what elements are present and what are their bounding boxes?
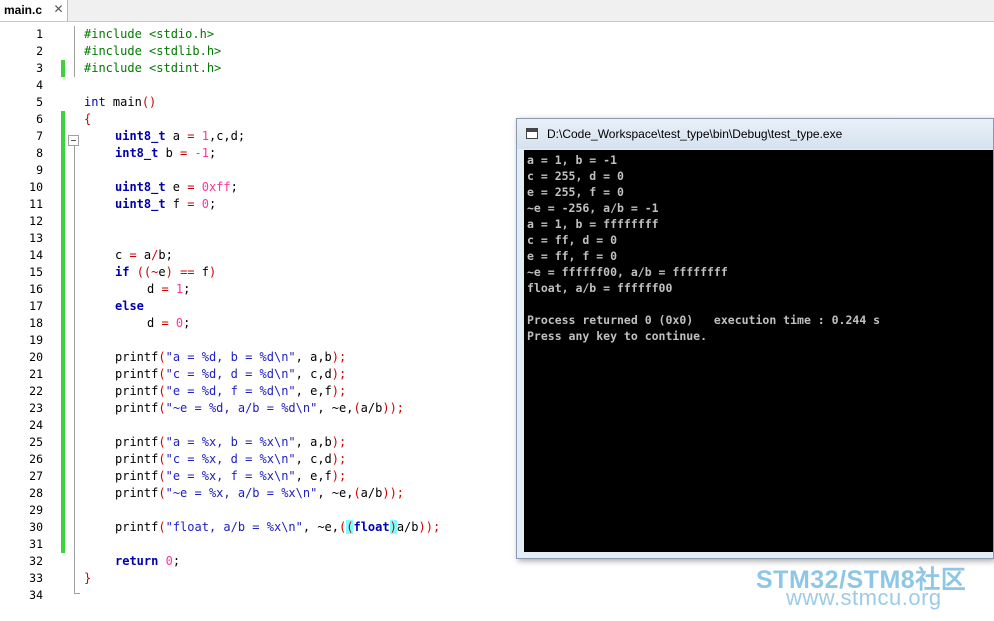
code-line-15: if ((~e) == f) <box>115 265 217 279</box>
code-line-16: d = 1; <box>147 282 191 296</box>
close-icon[interactable]: ✕ <box>52 3 65 16</box>
fold-guide <box>74 146 75 594</box>
console-line: e = ff, f = 0 <box>527 249 618 263</box>
line-number: 16 <box>29 282 43 296</box>
line-number: 24 <box>29 418 43 432</box>
line-number: 30 <box>29 520 43 534</box>
console-line: float, a/b = ffffff00 <box>527 281 673 295</box>
line-number: 10 <box>29 180 43 194</box>
line-number: 6 <box>36 112 43 126</box>
brace-match-highlight: ) <box>389 520 397 534</box>
code-line-25: printf("a = %x, b = %x\n", a,b); <box>115 435 347 449</box>
line-number: 29 <box>29 503 43 517</box>
line-number: 31 <box>29 537 43 551</box>
code-line-8: int8_t b = -1; <box>115 146 217 160</box>
line-number: 11 <box>29 197 43 211</box>
code-line-20: printf("a = %d, b = %d\n", a,b); <box>115 350 347 364</box>
code-line-23: printf("~e = %d, a/b = %d\n", ~e,(a/b)); <box>115 401 405 415</box>
code-line-10: uint8_t e = 0xff; <box>115 180 238 194</box>
code-line-30: printf("float, a/b = %x\n", ~e,((float)a… <box>115 520 441 534</box>
line-number-gutter: 1 2 3 4 5 6 7 8 9 10 11 12 13 14 15 16 1… <box>0 22 62 621</box>
code-line-33: } <box>84 571 92 585</box>
code-line-7: uint8_t a = 1,c,d; <box>115 129 246 143</box>
console-line: e = 255, f = 0 <box>527 185 624 199</box>
line-number: 26 <box>29 452 43 466</box>
console-line: c = 255, d = 0 <box>527 169 624 183</box>
line-number: 12 <box>29 214 43 228</box>
code-line-32: return 0; <box>115 554 181 568</box>
change-marker <box>61 60 65 77</box>
code-line-22: printf("e = %d, f = %d\n", e,f); <box>115 384 347 398</box>
tab-main-c[interactable]: main.c ✕ <box>0 0 68 21</box>
console-title: D:\Code_Workspace\test_type\bin\Debug\te… <box>547 127 843 141</box>
tab-label: main.c <box>4 3 43 17</box>
change-marker <box>61 111 65 553</box>
line-number: 33 <box>29 571 43 585</box>
line-number: 32 <box>29 554 43 568</box>
line-number: 25 <box>29 435 43 449</box>
console-output[interactable]: a = 1, b = -1 c = 255, d = 0 e = 255, f … <box>524 150 993 552</box>
code-line-18: d = 0; <box>147 316 191 330</box>
line-number: 19 <box>29 333 43 347</box>
console-window[interactable]: D:\Code_Workspace\test_type\bin\Debug\te… <box>516 118 994 559</box>
line-number: 1 <box>36 27 43 41</box>
line-number: 14 <box>29 248 43 262</box>
line-number: 23 <box>29 401 43 415</box>
code-line-5: int main() <box>84 95 157 109</box>
line-number: 8 <box>36 146 43 160</box>
console-line: ~e = ffffff00, a/b = ffffffff <box>527 265 728 279</box>
code-line-1: #include <stdio.h> <box>84 27 215 41</box>
line-number: 20 <box>29 350 43 364</box>
code-line-27: printf("e = %x, f = %x\n", e,f); <box>115 469 347 483</box>
line-number: 13 <box>29 231 43 245</box>
console-line: Press any key to continue. <box>527 329 708 343</box>
line-number: 17 <box>29 299 43 313</box>
fold-guide <box>74 26 75 77</box>
fold-end <box>74 593 80 594</box>
console-line: Process returned 0 (0x0) execution time … <box>527 313 881 327</box>
code-line-17: else <box>115 299 144 313</box>
console-line: ~e = -256, a/b = -1 <box>527 201 659 215</box>
line-number: 21 <box>29 367 43 381</box>
console-title-bar[interactable]: D:\Code_Workspace\test_type\bin\Debug\te… <box>517 119 993 149</box>
tab-bar: main.c ✕ <box>0 0 994 22</box>
line-number: 2 <box>36 44 43 58</box>
line-number: 7 <box>36 129 43 143</box>
code-line-28: printf("~e = %x, a/b = %x\n", ~e,(a/b)); <box>115 486 405 500</box>
line-number: 9 <box>36 163 43 177</box>
watermark-url: www.stmcu.org <box>786 585 942 610</box>
code-line-2: #include <stdlib.h> <box>84 44 222 58</box>
code-line-21: printf("c = %d, d = %d\n", c,d); <box>115 367 347 381</box>
console-line: a = 1, b = ffffffff <box>527 217 659 231</box>
code-line-3: #include <stdint.h> <box>84 61 222 75</box>
console-line: a = 1, b = -1 <box>527 153 618 167</box>
line-number: 3 <box>36 61 43 75</box>
line-number: 34 <box>29 588 43 602</box>
line-number: 27 <box>29 469 43 483</box>
code-line-26: printf("c = %x, d = %x\n", c,d); <box>115 452 347 466</box>
line-number: 5 <box>36 95 43 109</box>
console-app-icon <box>526 128 538 139</box>
line-number: 18 <box>29 316 43 330</box>
code-line-14: c = a/b; <box>115 248 173 262</box>
line-number: 4 <box>36 78 43 92</box>
code-line-11: uint8_t f = 0; <box>115 197 217 211</box>
line-number: 28 <box>29 486 43 500</box>
fold-toggle-icon[interactable] <box>68 135 79 146</box>
console-line: c = ff, d = 0 <box>527 233 618 247</box>
line-number: 15 <box>29 265 43 279</box>
code-line-6: { <box>84 112 92 126</box>
line-number: 22 <box>29 384 43 398</box>
